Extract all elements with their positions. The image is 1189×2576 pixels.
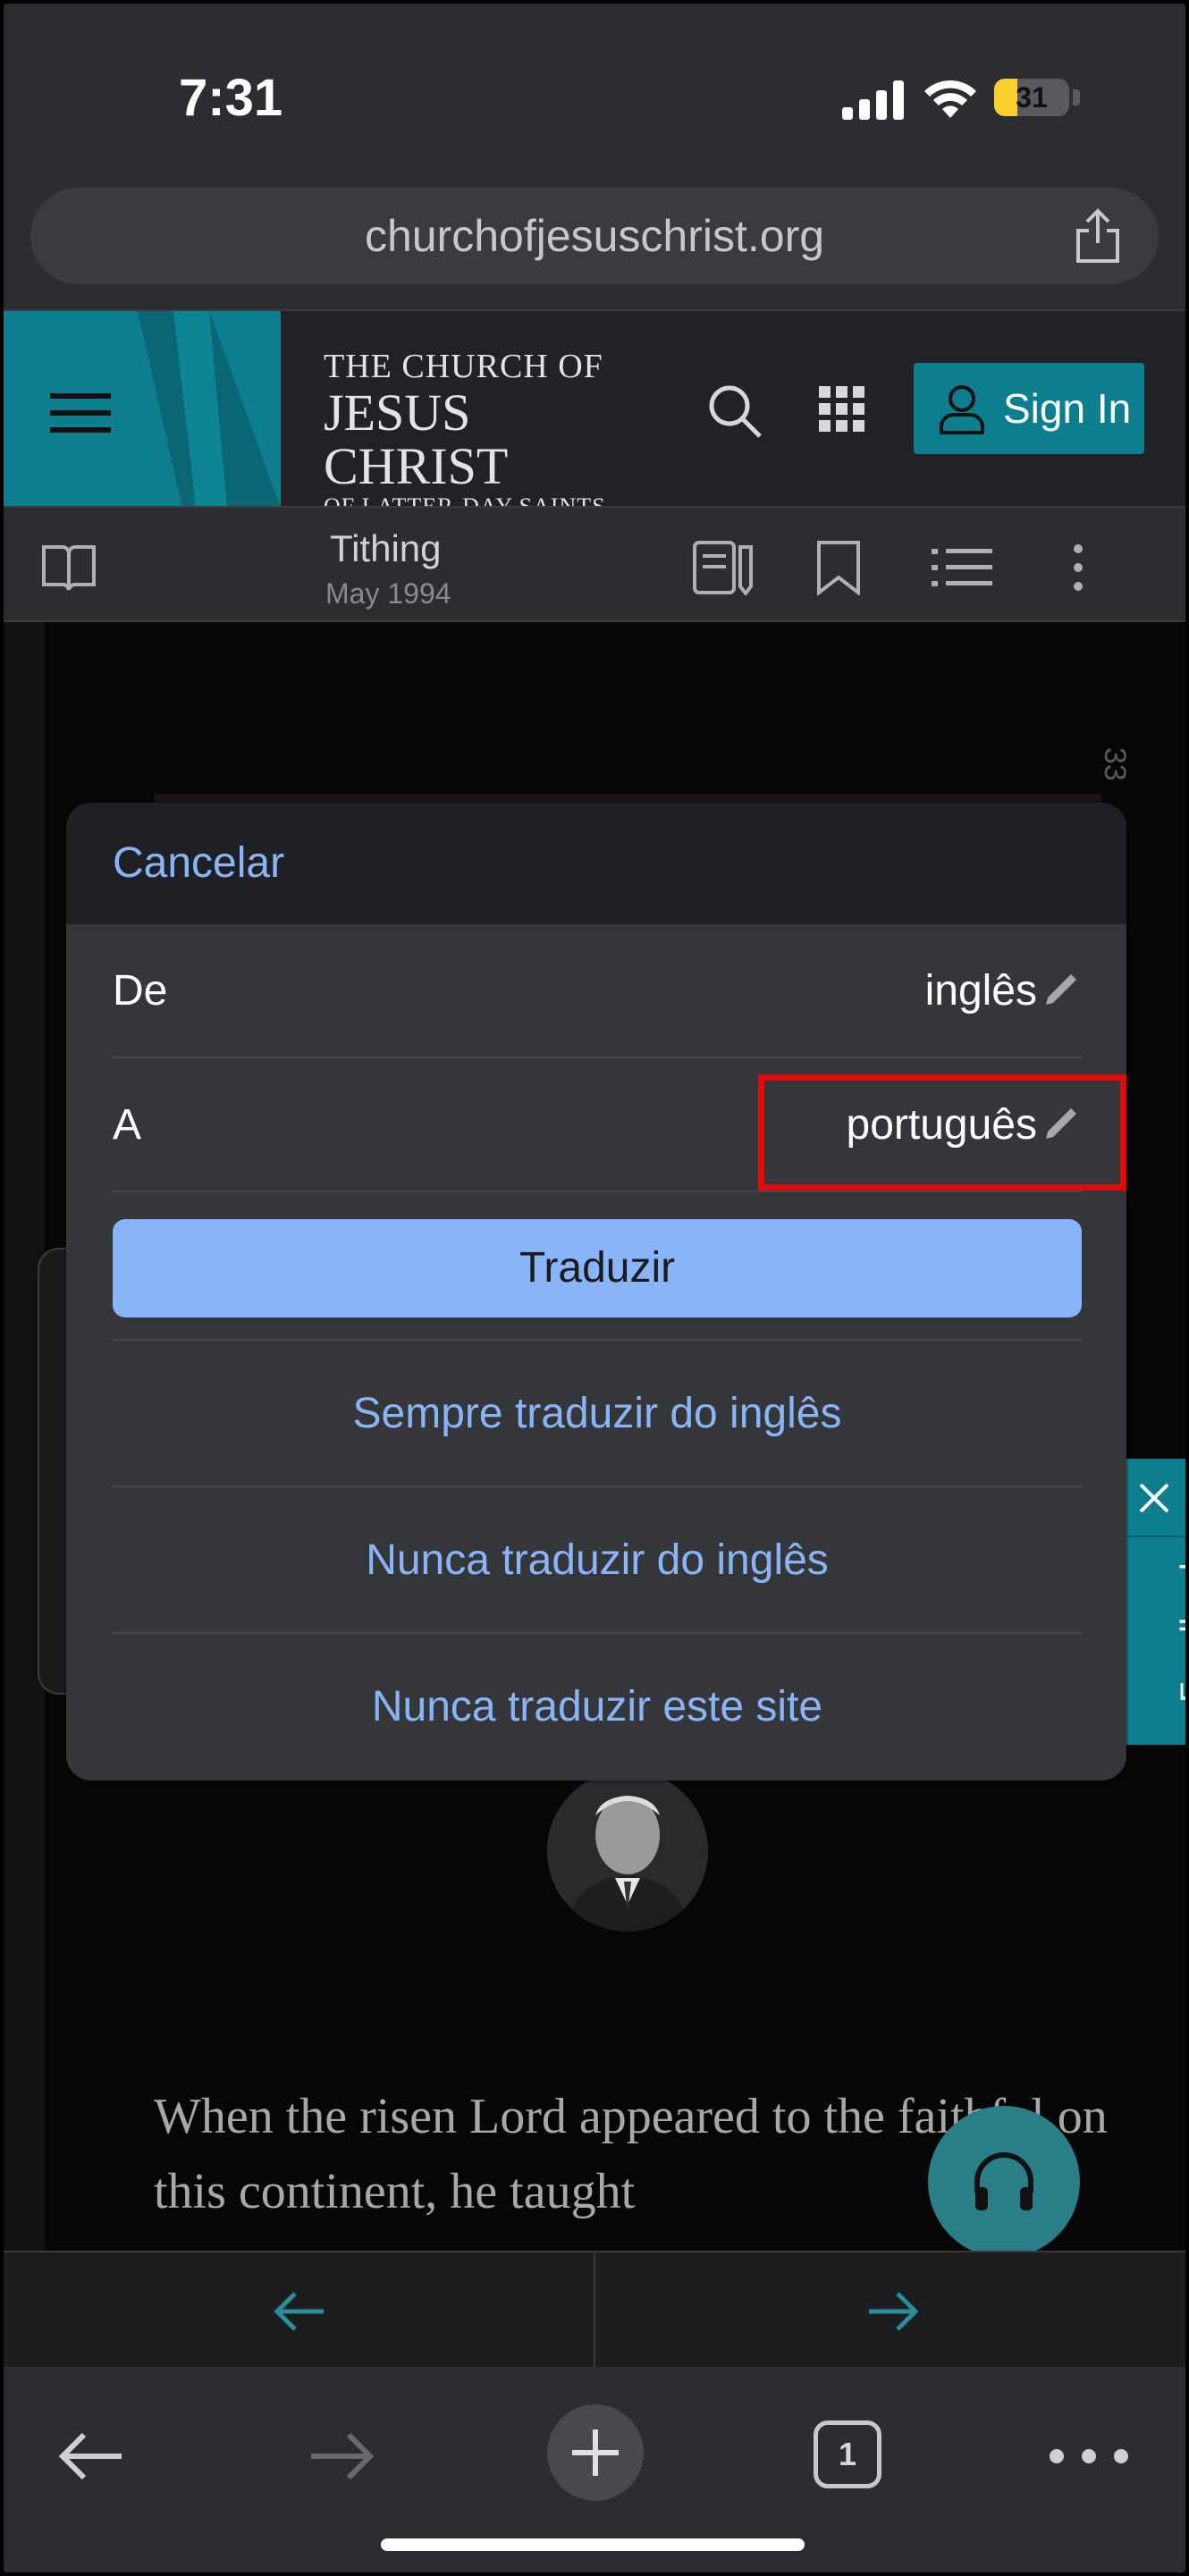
from-language-row[interactable]: De inglês bbox=[113, 924, 1082, 1058]
close-icon bbox=[1139, 1483, 1169, 1513]
more-horizontal-icon[interactable] bbox=[1044, 2420, 1134, 2492]
wifi-icon bbox=[924, 80, 976, 118]
pencil-icon[interactable] bbox=[1039, 969, 1082, 1012]
share-icon[interactable] bbox=[1071, 207, 1125, 265]
translate-button[interactable]: Traduzir bbox=[113, 1219, 1082, 1317]
arrow-right-icon[interactable] bbox=[865, 2288, 919, 2335]
url-text[interactable]: churchofjesuschrist.org bbox=[30, 188, 1159, 284]
cancel-button[interactable]: Cancelar bbox=[113, 803, 284, 924]
document-date: May 1994 bbox=[325, 577, 451, 610]
always-translate-option[interactable]: Sempre traduzir do inglês bbox=[113, 1339, 1082, 1486]
tab-switcher-button[interactable]: 1 bbox=[814, 2420, 881, 2488]
article-navigation bbox=[4, 2251, 1185, 2369]
feedback-label[interactable]: Feedback bbox=[1175, 1553, 1185, 1703]
address-bar[interactable]: churchofjesuschrist.org bbox=[30, 188, 1159, 284]
highlight-box bbox=[758, 1074, 1126, 1191]
status-bar: 7:31 31 bbox=[4, 4, 1185, 173]
sign-in-button[interactable]: Sign In bbox=[914, 363, 1144, 454]
feedback-tab[interactable]: Feedback bbox=[1123, 1459, 1185, 1745]
translate-button-label: Traduzir bbox=[519, 1244, 676, 1292]
battery-percent: 31 bbox=[1016, 81, 1048, 114]
book-icon[interactable] bbox=[41, 542, 97, 592]
document-title: Tithing bbox=[330, 527, 442, 569]
feedback-close-button[interactable] bbox=[1123, 1459, 1185, 1537]
option-label: Sempre traduzir do inglês bbox=[352, 1390, 842, 1437]
option-label: Nunca traduzir este site bbox=[371, 1683, 823, 1730]
nav-divider bbox=[594, 2252, 595, 2369]
notes-icon[interactable] bbox=[692, 540, 755, 595]
grid-icon[interactable] bbox=[819, 386, 865, 433]
translate-sheet: Cancelar De inglês A português Traduzir … bbox=[66, 803, 1126, 1780]
logo-line-1: THE CHURCH OF bbox=[324, 348, 603, 385]
more-vertical-icon[interactable] bbox=[1062, 540, 1094, 595]
from-label: De bbox=[113, 967, 168, 1014]
site-header: THE CHURCH OF JESUS CHRIST OF LATTER-DAY… bbox=[4, 309, 1185, 519]
forward-icon[interactable] bbox=[306, 2420, 377, 2492]
list-icon[interactable] bbox=[932, 540, 994, 595]
arrow-left-icon[interactable] bbox=[274, 2288, 327, 2335]
document-toolbar: Tithing May 1994 bbox=[4, 506, 1185, 622]
speaker-portrait bbox=[547, 1771, 708, 1932]
hamburger-icon[interactable] bbox=[50, 393, 111, 433]
back-icon[interactable] bbox=[55, 2420, 127, 2492]
teal-decoration bbox=[138, 311, 281, 508]
battery-tip bbox=[1073, 89, 1080, 105]
from-language-value[interactable]: inglês bbox=[925, 924, 1037, 1058]
option-label: Nunca traduzir do inglês bbox=[366, 1536, 829, 1584]
sign-in-label: Sign In bbox=[1003, 385, 1132, 432]
sheet-header: Cancelar bbox=[66, 803, 1126, 924]
bookmark-icon[interactable] bbox=[814, 540, 864, 595]
plus-icon bbox=[572, 2429, 619, 2476]
person-icon bbox=[940, 385, 984, 434]
audio-player-button[interactable] bbox=[928, 2106, 1080, 2258]
portrait-image bbox=[547, 1771, 708, 1932]
battery-indicator: 31 bbox=[994, 79, 1069, 116]
home-indicator bbox=[381, 2538, 805, 2551]
phone-screen: 7:31 31 churchofjesuschrist.org THE CHUR… bbox=[4, 4, 1185, 2572]
logo-line-2: JESUS CHRIST bbox=[324, 383, 509, 495]
menu-panel[interactable] bbox=[4, 311, 281, 508]
page-number: 33 bbox=[1098, 747, 1132, 781]
signal-icon bbox=[842, 80, 904, 120]
never-translate-site-option[interactable]: Nunca traduzir este site bbox=[113, 1632, 1082, 1779]
status-time: 7:31 bbox=[179, 69, 283, 127]
new-tab-button[interactable] bbox=[547, 2404, 644, 2501]
never-translate-language-option[interactable]: Nunca traduzir do inglês bbox=[113, 1486, 1082, 1632]
headphone-icon bbox=[974, 2152, 1033, 2210]
tab-count: 1 bbox=[838, 2436, 857, 2472]
to-label: A bbox=[113, 1101, 142, 1149]
church-logo[interactable]: THE CHURCH OF JESUS CHRIST OF LATTER-DAY… bbox=[324, 347, 645, 520]
search-icon[interactable] bbox=[706, 383, 763, 440]
